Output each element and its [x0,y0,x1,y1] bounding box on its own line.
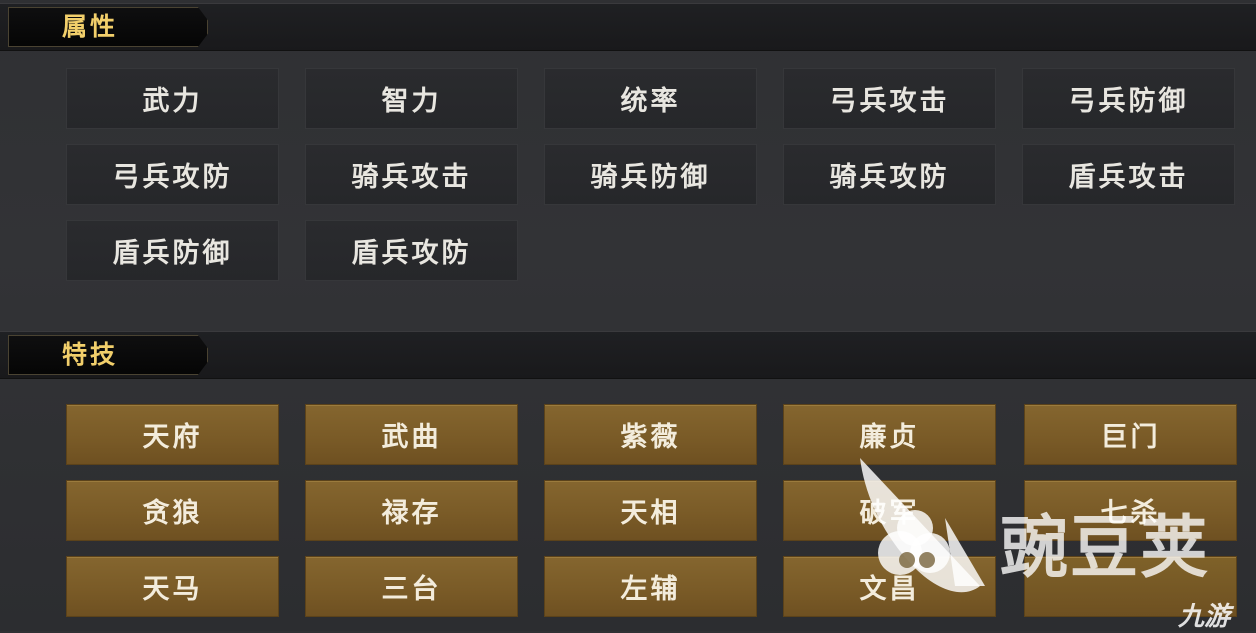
attributes-header-bar: 属性 [0,3,1256,51]
attr-cavalry-defense[interactable]: 骑兵防御 [544,144,757,205]
skill-wenchang[interactable]: 文昌 [783,556,996,617]
skill-lucun[interactable]: 禄存 [305,480,518,541]
attr-archer-attack[interactable]: 弓兵攻击 [783,68,996,129]
attr-shield-atkdef[interactable]: 盾兵攻防 [305,220,518,281]
attr-shield-attack[interactable]: 盾兵攻击 [1022,144,1235,205]
skill-tanlang[interactable]: 贪狼 [66,480,279,541]
skill-santai[interactable]: 三台 [305,556,518,617]
skills-header-bar: 特技 [0,331,1256,379]
skill-tianma[interactable]: 天马 [66,556,279,617]
skill-lianzhen[interactable]: 廉贞 [783,404,996,465]
attributes-title: 属性 [62,12,119,41]
attr-shield-defense[interactable]: 盾兵防御 [66,220,279,281]
attr-archer-atkdef[interactable]: 弓兵攻防 [66,144,279,205]
attr-cavalry-attack[interactable]: 骑兵攻击 [305,144,518,205]
attr-cavalry-atkdef[interactable]: 骑兵攻防 [783,144,996,205]
skill-jumen[interactable]: 巨门 [1024,404,1237,465]
skill-tianfu[interactable]: 天府 [66,404,279,465]
skill-wuqu[interactable]: 武曲 [305,404,518,465]
attr-tongshuai[interactable]: 统率 [544,68,757,129]
watermark-brand-text: 豌豆荚 [1000,509,1211,588]
attr-wuli[interactable]: 武力 [66,68,279,129]
skill-pojun[interactable]: 破军 [783,480,996,541]
skills-title: 特技 [62,340,119,369]
skill-tianxiang[interactable]: 天相 [544,480,757,541]
skill-ziwei[interactable]: 紫薇 [544,404,757,465]
skill-zuofu[interactable]: 左辅 [544,556,757,617]
attr-zhili[interactable]: 智力 [305,68,518,129]
watermark-sub-text: 九游 [1178,602,1231,632]
attr-archer-defense[interactable]: 弓兵防御 [1022,68,1235,129]
